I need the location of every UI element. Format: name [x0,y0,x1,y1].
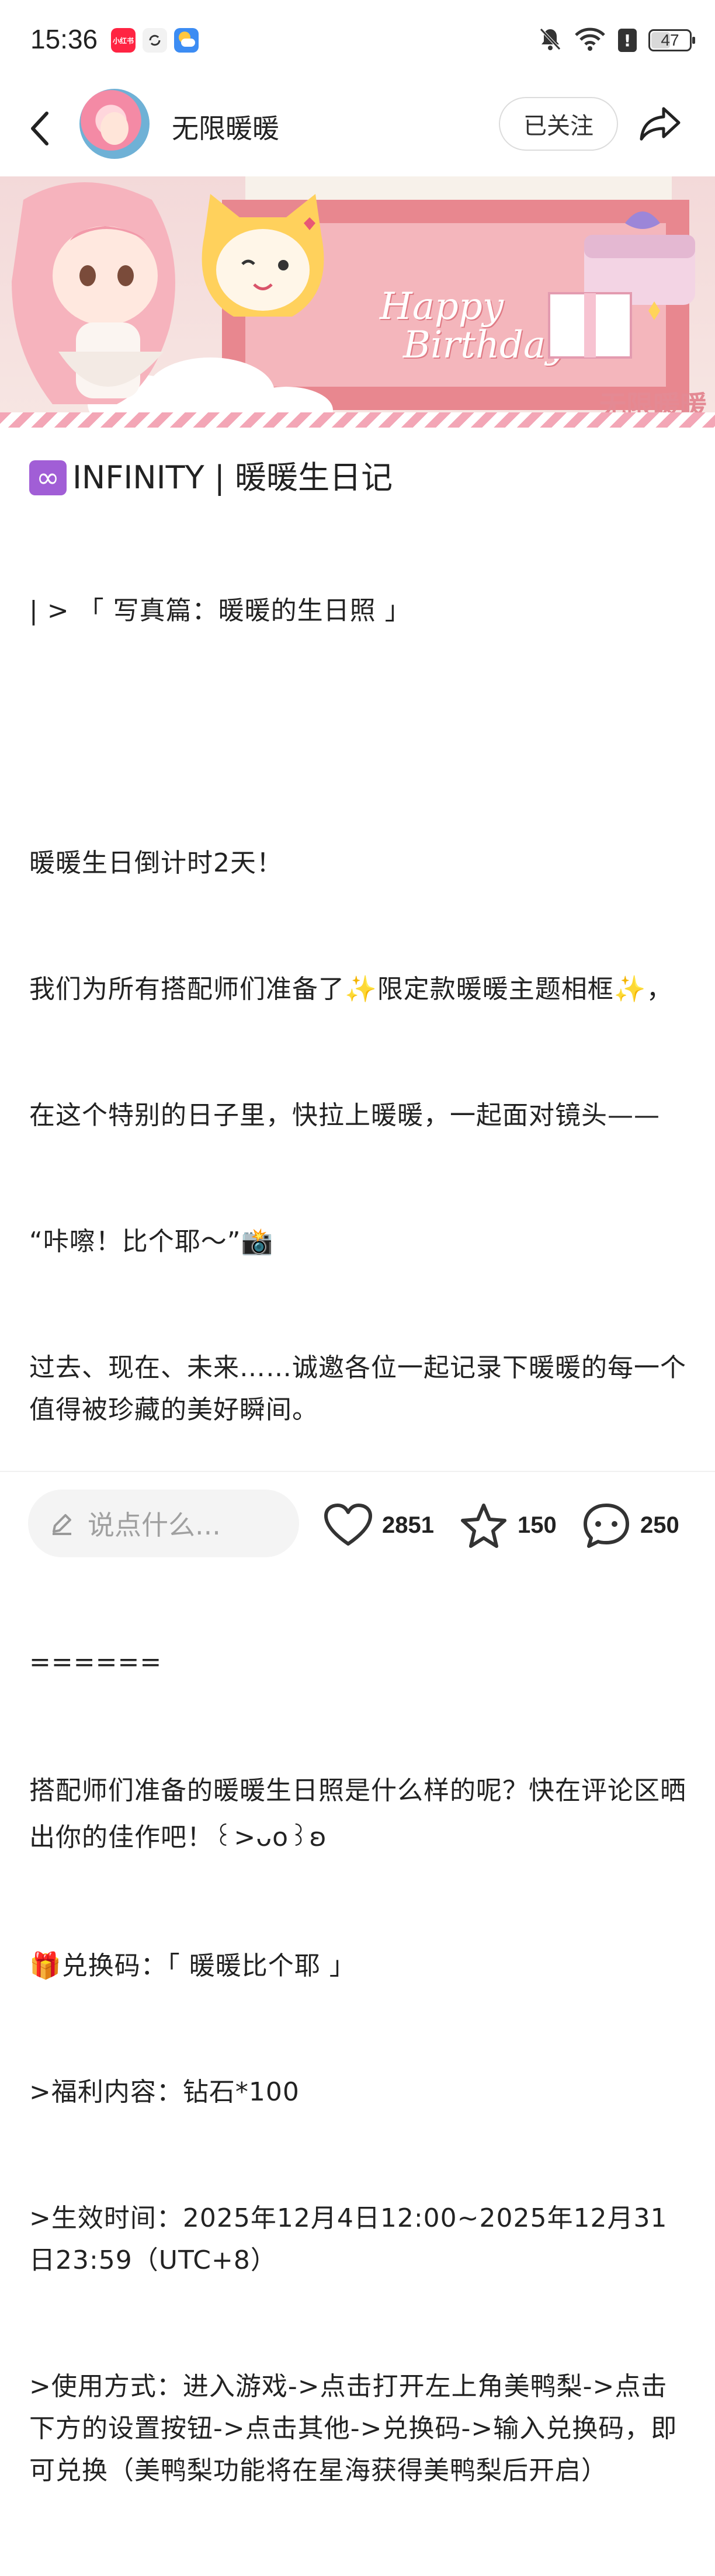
alert-icon: ! [618,29,637,52]
post-paragraph: “咔嚓！比个耶～”📸 [29,1227,274,1256]
status-time: 15:36 [30,24,98,54]
share-button[interactable] [637,100,683,147]
follow-button[interactable]: 已关注 [499,97,618,151]
pencil-icon [53,1514,71,1535]
chevron-left-icon [31,112,48,145]
girl-illustration [12,182,175,404]
comment-bubble-icon [584,1504,629,1548]
heart-icon [324,1504,372,1546]
cat-mascot-illustration [202,194,324,317]
comment-input[interactable]: 说点什么... [28,1490,299,1557]
mute-bell-icon [539,27,562,54]
back-button[interactable] [23,105,56,152]
post-header: 无限暖暖 已关注 [0,82,715,175]
post-paragraph: 暖暖生日倒计时2天！ [29,848,283,878]
bottom-action-bar: 说点什么... 2851 150 250 [0,1472,715,1577]
post-paragraph: >生效时间：2025年12月4日12:00~2025年12月31日23:59（U… [29,2203,668,2275]
like-button[interactable]: 2851 [324,1493,434,1557]
post-paragraph: 过去、现在、未来……诚邀各位一起记录下暖暖的每一个值得被珍藏的美好瞬间。 [29,1353,686,1425]
comment-button[interactable]: 250 [582,1493,679,1557]
favorite-count: 150 [518,1512,557,1538]
post-paragraph: 搭配师们准备的暖暖生日照是什么样的呢？快在评论区晒出你的佳作吧！꒰>ᴗo꒱ʚ [29,1776,686,1852]
battery-indicator: 47 [648,29,695,51]
post-paragraph: 我们为所有搭配师们准备了✨限定款暖暖主题相框✨， [29,974,673,1004]
post-title: ∞ INFINITY | 暖暖生日记 [29,454,689,501]
post-paragraph: >福利内容：钻石*100 [29,2077,300,2107]
xiaohongshu-app-icon: 小红书 [111,28,136,53]
battery-level: 47 [661,31,679,49]
star-icon [461,1504,506,1548]
comment-count: 250 [640,1512,679,1538]
xiaohongshu-app-label: 小红书 [112,36,134,45]
comment-placeholder: 说点什么... [88,1509,221,1541]
infinity-icon: ∞ [29,460,67,495]
share-icon [640,107,681,141]
post-banner-image[interactable]: Happy Birthday 无限暖暖 [0,176,715,428]
post-divider-text: ====== [29,1647,162,1677]
account-name[interactable]: 无限暖暖 [172,107,279,146]
status-bar: 15:36 小红书 ! 47 [0,0,715,82]
redeem-code-line: 🎁兑换码：「 暖暖比个耶 」 [29,1951,356,1981]
wifi-icon [574,27,606,54]
post-paragraph: >使用方式：进入游戏->点击打开左上角美鸭梨->点击下方的设置按钮->点击其他-… [29,2372,678,2485]
sync-app-icon [143,28,167,53]
like-count: 2851 [382,1512,434,1538]
gift-box-illustration [548,211,695,359]
status-indicators: ! 47 [539,26,695,55]
post-subtitle: | > 「 写真篇：暖暖的生日照 」 [29,596,411,626]
post-title-text: INFINITY | 暖暖生日记 [72,459,393,496]
post-paragraph: 在这个特别的日子里，快拉上暖暖，一起面对镜头—— [29,1100,660,1130]
weather-app-icon [174,28,199,53]
avatar[interactable] [79,89,150,159]
favorite-button[interactable]: 150 [459,1493,557,1557]
